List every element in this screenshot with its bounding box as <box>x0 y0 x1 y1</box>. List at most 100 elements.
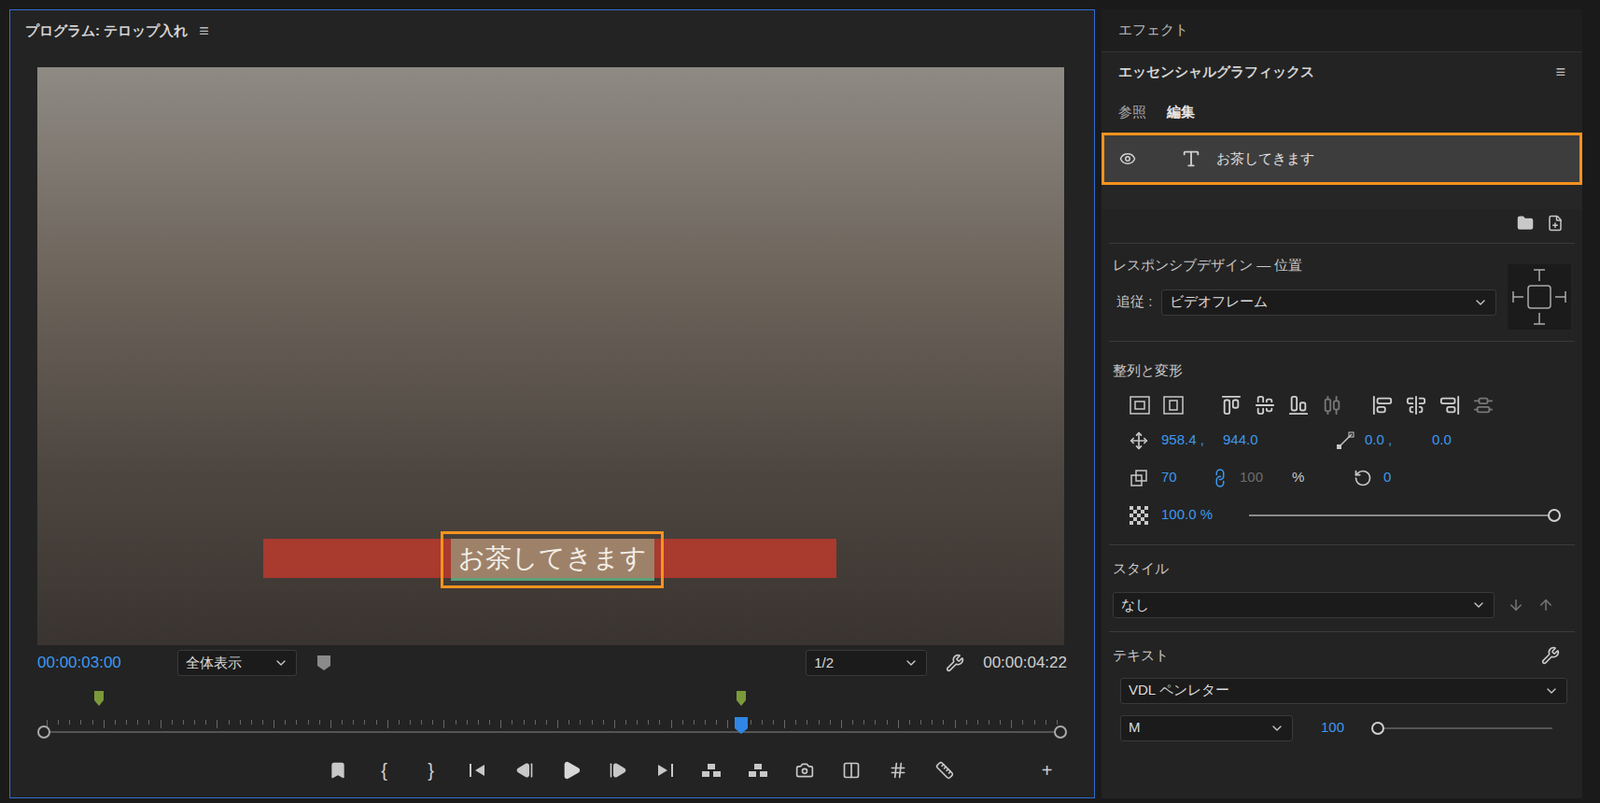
zoom-handle-icon[interactable] <box>315 653 333 673</box>
uniform-scale-icon[interactable] <box>1207 465 1232 490</box>
eye-icon[interactable] <box>1119 150 1137 168</box>
layer-row[interactable]: お茶してきます <box>1101 132 1583 185</box>
duration-timecode: 00:00:04:22 <box>982 650 1067 675</box>
caption-graphic[interactable]: お茶してきます <box>440 531 664 589</box>
ruler-icon <box>935 760 955 780</box>
opacity-value[interactable]: 100.0 % <box>1161 504 1236 526</box>
resolution-dropdown[interactable]: 1/2 <box>805 649 927 676</box>
transport-button[interactable] <box>513 760 536 780</box>
scale-height[interactable]: 100 <box>1239 466 1292 489</box>
style-dropdown[interactable]: なし <box>1112 591 1495 618</box>
transform-section: 整列と変形958.4 ,944.00.0 ,0.070100%0100.0 % <box>1101 341 1583 545</box>
scrubber[interactable] <box>37 680 1067 743</box>
video-frame: お茶してきます <box>37 67 1065 646</box>
anchor-x[interactable]: 0.0 , <box>1364 429 1432 451</box>
arrow-down-icon[interactable] <box>1507 596 1525 614</box>
transport-button[interactable] <box>746 760 770 780</box>
folder-icon[interactable] <box>1516 214 1534 232</box>
panel-title: エッセンシャルグラフィックス <box>1118 61 1315 84</box>
align-icon[interactable] <box>1439 394 1460 416</box>
zoom-dropdown[interactable]: 全体表示 <box>177 649 297 676</box>
playhead-icon[interactable] <box>733 715 749 735</box>
transport-button[interactable] <box>466 760 490 780</box>
align-frame-icon[interactable] <box>1129 395 1151 415</box>
transport-button[interactable] <box>606 760 630 780</box>
step-forward-icon <box>608 760 628 780</box>
rotation-value[interactable]: 0 <box>1383 466 1391 489</box>
position-y[interactable]: 944.0 <box>1222 429 1335 451</box>
align-icon[interactable] <box>1288 394 1309 416</box>
text-section: テキストVDL ペンレターM100 <box>1101 631 1583 742</box>
transport-button[interactable] <box>933 760 956 780</box>
align-icon[interactable] <box>1221 394 1242 416</box>
arrow-up-icon[interactable] <box>1537 596 1555 614</box>
go-out-icon <box>654 760 675 780</box>
chevron-down-icon <box>903 655 919 671</box>
compare-icon <box>842 760 861 780</box>
align-icon[interactable] <box>1372 394 1393 416</box>
new-layer-icon[interactable] <box>1546 214 1564 232</box>
chevron-down-icon <box>1269 720 1285 736</box>
marker-icon[interactable] <box>93 689 105 707</box>
effects-tab[interactable]: エフェクト <box>1101 9 1583 53</box>
font-size-value[interactable]: 100 <box>1320 716 1345 739</box>
tab[interactable]: 参照 <box>1118 101 1147 124</box>
transport-button[interactable]: + <box>1036 760 1059 780</box>
layer-list: お茶してきます <box>1101 132 1583 185</box>
pin-widget-icon[interactable] <box>1507 264 1572 330</box>
text-layer-icon <box>1180 148 1202 169</box>
camera-icon <box>795 760 815 780</box>
transport-button[interactable] <box>560 759 583 781</box>
transport-button[interactable] <box>653 760 676 780</box>
anchor-y[interactable]: 0.0 <box>1431 429 1452 451</box>
marker-icon <box>328 760 348 780</box>
weight-dropdown[interactable]: M <box>1120 715 1293 742</box>
scale-icon <box>1129 468 1149 488</box>
panel-menu[interactable]: ≡ <box>198 18 210 44</box>
lift-icon <box>700 760 723 780</box>
follow-dropdown[interactable]: ビデオフレーム <box>1161 289 1497 316</box>
transport-label: { <box>380 760 388 780</box>
transport-button[interactable]: } <box>420 760 443 780</box>
align-icon[interactable] <box>1254 394 1276 416</box>
align-icon[interactable] <box>1321 394 1343 416</box>
transport-button[interactable] <box>840 760 863 780</box>
chevron-down-icon <box>273 655 289 671</box>
rotation-icon <box>1353 468 1373 488</box>
tab[interactable]: 編集 <box>1166 101 1195 124</box>
position-x[interactable]: 958.4 , <box>1161 429 1223 451</box>
transport-label: + <box>1041 760 1053 780</box>
wrench-icon[interactable] <box>945 653 965 673</box>
font-size-slider[interactable] <box>1372 720 1553 736</box>
grid-icon <box>888 760 908 780</box>
marker-icon[interactable] <box>735 689 747 707</box>
tab-bar: 参照編集 <box>1101 91 1583 133</box>
anchor-icon <box>1334 430 1356 451</box>
transport-button[interactable] <box>326 760 350 780</box>
transport-label: } <box>427 760 435 780</box>
panel-header: プログラム: テロップ入れ ≡ <box>10 10 1095 53</box>
transport-button[interactable]: { <box>373 760 396 780</box>
align-icon[interactable] <box>1473 394 1494 416</box>
scale-value[interactable]: 70 <box>1161 466 1212 489</box>
font-dropdown[interactable]: VDL ペンレター <box>1120 677 1568 704</box>
divider <box>1108 340 1575 342</box>
wrench-icon[interactable] <box>1541 645 1560 665</box>
transport-button[interactable] <box>886 760 910 780</box>
divider <box>1108 242 1575 244</box>
divider <box>1108 631 1575 632</box>
responsive-section: レスポンシブデザイン — 位置追従 :ビデオフレーム <box>1101 243 1583 341</box>
panel-title: プログラム: テロップ入れ <box>25 20 188 43</box>
play-icon <box>561 759 582 781</box>
style-section: スタイルなし <box>1101 545 1583 632</box>
panel-menu[interactable]: ≡ <box>1555 59 1566 85</box>
panel-header: エッセンシャルグラフィックス ≡ <box>1101 52 1583 92</box>
divider <box>1108 544 1575 546</box>
transport-button[interactable] <box>793 760 816 780</box>
align-icon[interactable] <box>1405 394 1427 416</box>
current-timecode[interactable]: 00:00:03:00 <box>37 650 159 675</box>
extract-icon <box>746 760 770 780</box>
opacity-slider[interactable] <box>1249 507 1555 523</box>
align-selection-icon[interactable] <box>1163 395 1184 415</box>
transport-button[interactable] <box>700 760 723 780</box>
